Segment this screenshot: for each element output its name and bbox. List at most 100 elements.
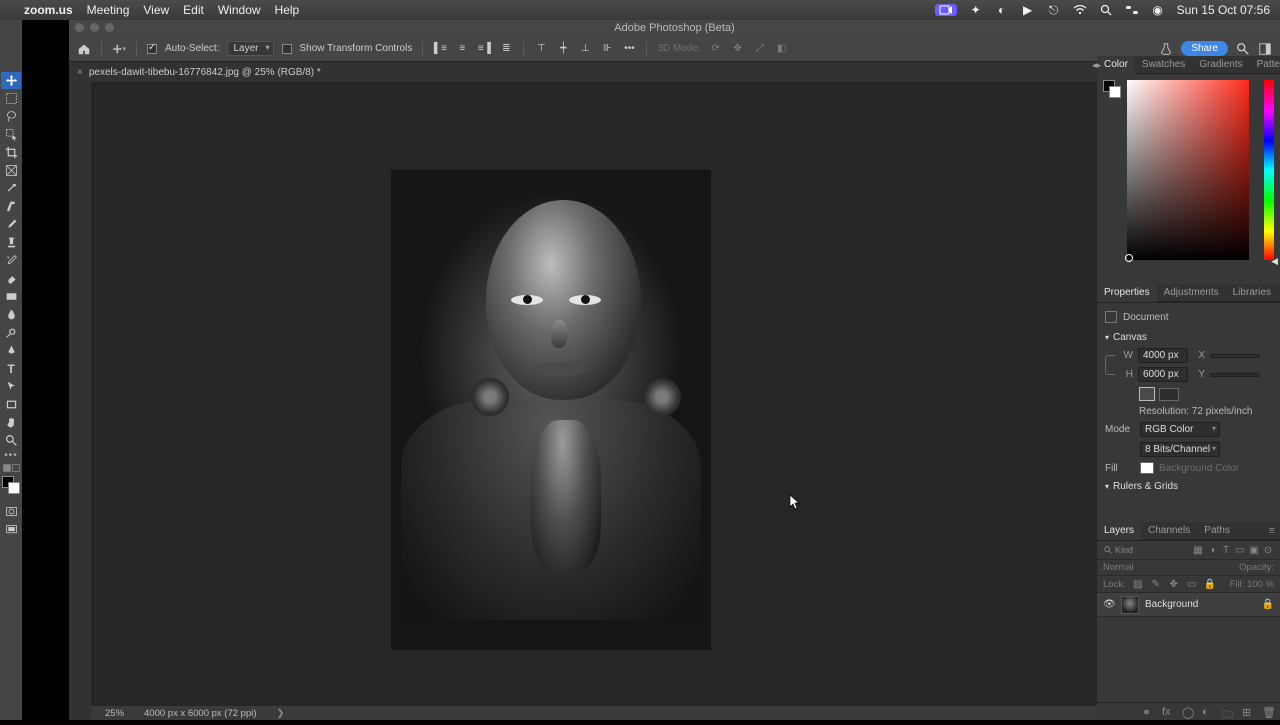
spot-healing-brush-tool[interactable] — [1, 198, 21, 215]
dodge-tool[interactable] — [1, 324, 21, 341]
rectangle-shape-tool[interactable] — [1, 396, 21, 413]
color-mode-dropdown[interactable]: RGB Color — [1140, 422, 1220, 437]
status-icon[interactable]: ◐ — [995, 3, 1009, 17]
document-tab[interactable]: × pexels-dawit-tibebu-16776842.jpg @ 25%… — [77, 67, 321, 78]
menubar-app-name[interactable]: zoom.us — [24, 3, 73, 17]
tab-properties[interactable]: Properties — [1097, 284, 1157, 302]
distribute-top-icon[interactable]: ⊤ — [534, 42, 548, 56]
link-layers-icon[interactable]: ⚭ — [1142, 706, 1154, 718]
add-mask-icon[interactable]: ◯ — [1182, 706, 1194, 718]
hand-tool[interactable] — [1, 414, 21, 431]
filter-adjust-icon[interactable]: ◑ — [1206, 544, 1218, 556]
orientation-landscape-button[interactable] — [1159, 388, 1179, 401]
layer-fx-icon[interactable]: fx — [1162, 706, 1174, 718]
brush-tool[interactable] — [1, 216, 21, 233]
align-right-icon[interactable]: ≡▐ — [477, 42, 491, 56]
auto-select-dropdown[interactable]: Layer — [227, 41, 273, 56]
color-field[interactable] — [1127, 80, 1249, 260]
layer-name[interactable]: Background — [1145, 599, 1256, 610]
canvas-y-field[interactable] — [1210, 373, 1260, 377]
menubar-item-window[interactable]: Window — [218, 3, 261, 17]
link-wh-icon[interactable] — [1105, 355, 1115, 375]
menubar-clock[interactable]: Sun 15 Oct 07:56 — [1177, 3, 1270, 17]
wifi-icon[interactable] — [1073, 3, 1087, 17]
move-tool-preset-icon[interactable]: ▾ — [112, 42, 126, 56]
menubar-item-view[interactable]: View — [143, 3, 169, 17]
screen-record-indicator-icon[interactable] — [935, 4, 957, 16]
search-icon[interactable] — [1236, 42, 1250, 56]
zoom-tool[interactable] — [1, 432, 21, 449]
tab-gradients[interactable]: Gradients — [1192, 56, 1249, 74]
layer-search-icon[interactable] — [1103, 545, 1113, 555]
control-center-icon[interactable] — [1125, 3, 1139, 17]
auto-select-checkbox[interactable] — [147, 44, 157, 54]
eyedropper-tool[interactable] — [1, 180, 21, 197]
tab-swatches[interactable]: Swatches — [1135, 56, 1192, 74]
filter-kind-dropdown[interactable]: Kind — [1115, 545, 1133, 555]
new-group-icon[interactable]: 🗀 — [1222, 706, 1234, 718]
canvas-x-field[interactable] — [1210, 354, 1260, 358]
more-tools-icon[interactable]: ••• — [4, 450, 18, 460]
type-tool[interactable]: T — [1, 360, 21, 377]
object-selection-tool[interactable] — [1, 126, 21, 143]
doc-dimensions[interactable]: 4000 px x 6000 px (72 ppi) — [144, 708, 257, 719]
foreground-background-color[interactable] — [2, 476, 20, 494]
lasso-tool[interactable] — [1, 108, 21, 125]
menubar-item-meeting[interactable]: Meeting — [87, 3, 130, 17]
status-icon[interactable]: ▶ — [1021, 3, 1035, 17]
blend-mode-dropdown[interactable]: Normal — [1103, 562, 1229, 573]
edit-toolbar-icon[interactable] — [3, 464, 20, 472]
filter-smart-icon[interactable]: ▣ — [1248, 544, 1260, 556]
history-brush-tool[interactable] — [1, 252, 21, 269]
workspace-switcher-icon[interactable] — [1258, 42, 1272, 56]
gradient-tool[interactable] — [1, 288, 21, 305]
collapse-arrows-icon[interactable]: ◂▸ — [1085, 56, 1108, 74]
canvas-width-field[interactable]: 4000 px — [1138, 348, 1188, 363]
beaker-beta-icon[interactable] — [1159, 42, 1173, 56]
fill-color-swatch[interactable] — [1140, 462, 1154, 474]
panel-menu-icon[interactable]: ≡ — [1264, 522, 1280, 540]
layer-lock-icon[interactable]: 🔒 — [1262, 599, 1274, 610]
layer-row[interactable]: 👁 Background 🔒 — [1097, 593, 1280, 617]
move-tool[interactable] — [1, 72, 21, 89]
lock-pixels-icon[interactable]: ✎ — [1150, 578, 1162, 590]
distribute-overflow-icon[interactable]: ⊪ — [600, 42, 614, 56]
align-overflow-icon[interactable]: ≣ — [499, 42, 513, 56]
clone-stamp-tool[interactable] — [1, 234, 21, 251]
crop-tool[interactable] — [1, 144, 21, 161]
rulers-grids-section-toggle[interactable]: ▾Rulers & Grids — [1105, 481, 1272, 492]
canvas-area[interactable] — [91, 82, 1097, 706]
tab-libraries[interactable]: Libraries — [1226, 284, 1278, 302]
path-selection-tool[interactable] — [1, 378, 21, 395]
status-icon[interactable]: ✦ — [969, 3, 983, 17]
layer-thumbnail[interactable] — [1121, 596, 1139, 614]
menubar-item-help[interactable]: Help — [275, 3, 300, 17]
distribute-v-icon[interactable]: ┿ — [556, 42, 570, 56]
new-layer-icon[interactable]: ⊞ — [1242, 706, 1254, 718]
hue-slider-caret-icon[interactable]: ◀ — [1271, 256, 1278, 267]
tab-channels[interactable]: Channels — [1141, 522, 1197, 540]
delete-layer-icon[interactable]: 🗑 — [1262, 706, 1274, 718]
lock-artboard-icon[interactable]: ▭ — [1186, 578, 1198, 590]
siri-icon[interactable]: ◉ — [1151, 3, 1165, 17]
hue-slider[interactable] — [1264, 80, 1274, 260]
window-traffic-lights[interactable] — [75, 23, 114, 32]
status-icon[interactable]: ⎋ — [1047, 3, 1061, 17]
canvas-section-toggle[interactable]: ▾Canvas — [1105, 332, 1272, 343]
bit-depth-dropdown[interactable]: 8 Bits/Channel — [1140, 442, 1220, 457]
canvas-height-field[interactable]: 6000 px — [1138, 367, 1188, 382]
tab-patterns[interactable]: Patterns — [1250, 56, 1280, 74]
status-menu-chevron-icon[interactable]: ❯ — [277, 708, 285, 719]
filter-pixel-icon[interactable]: ▦ — [1192, 544, 1204, 556]
filter-shape-icon[interactable]: ▭ — [1234, 544, 1246, 556]
home-icon[interactable] — [77, 42, 91, 56]
tab-adjustments[interactable]: Adjustments — [1157, 284, 1226, 302]
pen-tool[interactable] — [1, 342, 21, 359]
filter-type-icon[interactable]: T — [1220, 544, 1232, 556]
new-adjustment-layer-icon[interactable]: ◐ — [1202, 706, 1214, 718]
orientation-portrait-button[interactable] — [1139, 387, 1155, 401]
filter-toggle-icon[interactable]: ⊙ — [1262, 544, 1274, 556]
quick-mask-icon[interactable] — [1, 503, 21, 520]
menubar-item-edit[interactable]: Edit — [183, 3, 204, 17]
show-transform-checkbox[interactable] — [282, 44, 292, 54]
